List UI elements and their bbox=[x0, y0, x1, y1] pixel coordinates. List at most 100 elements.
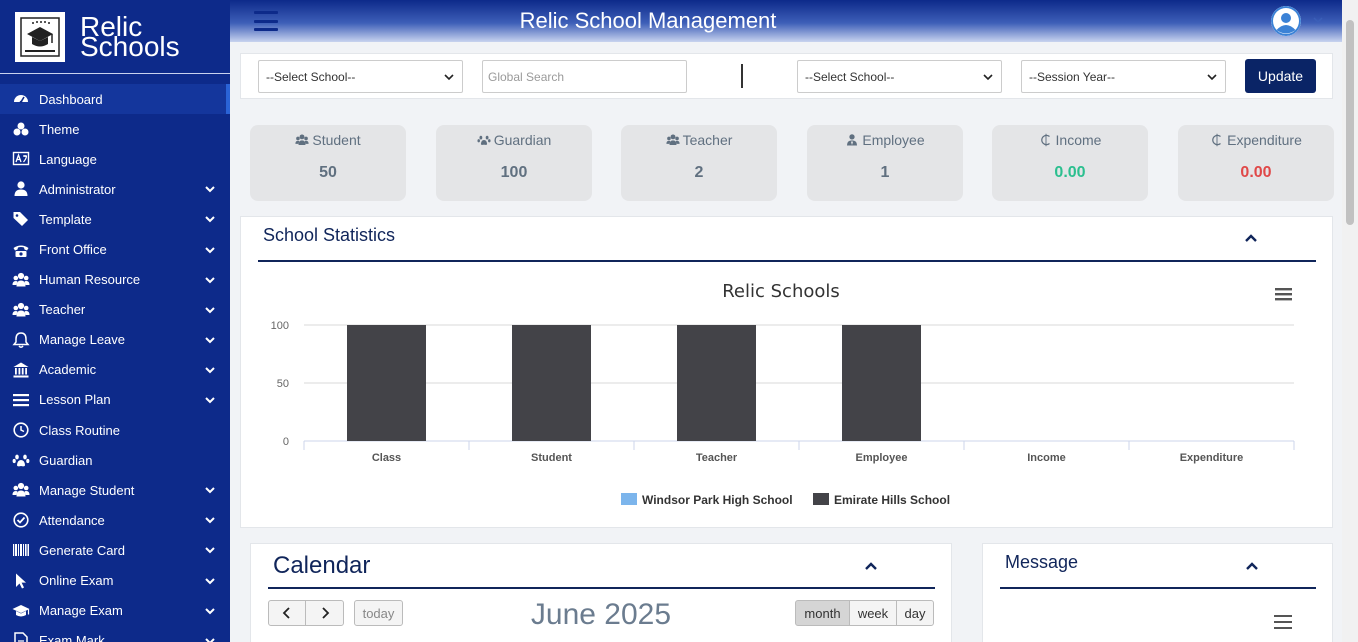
theme-icon bbox=[10, 120, 32, 138]
session-year-select[interactable]: --Session Year-- bbox=[1021, 60, 1226, 93]
y-tick-label: 100 bbox=[271, 320, 289, 332]
pointer-icon bbox=[10, 572, 32, 590]
chevron-down-icon bbox=[204, 544, 216, 556]
legend-swatch bbox=[813, 493, 829, 505]
calendar-next-button[interactable] bbox=[305, 600, 344, 626]
stat-card-expenditure: Expenditure 0.00 bbox=[1178, 125, 1334, 201]
users-icon bbox=[10, 271, 32, 289]
barcode-icon bbox=[10, 541, 32, 559]
bell-icon bbox=[10, 331, 32, 349]
file-icon bbox=[10, 631, 32, 642]
sidebar-item-theme[interactable]: Theme bbox=[0, 114, 230, 144]
sidebar-item-label: Lesson Plan bbox=[39, 392, 111, 408]
sidebar: Relic Schools Dashboard Theme Language Admi… bbox=[0, 0, 230, 642]
stat-value: 50 bbox=[319, 164, 337, 181]
calendar-today-button[interactable]: today bbox=[354, 600, 403, 626]
stat-card-employee: Employee 1 bbox=[807, 125, 963, 201]
calendar-view-day[interactable]: day bbox=[896, 600, 934, 626]
sidebar-item-front-office[interactable]: Front Office bbox=[0, 234, 230, 264]
global-search-input[interactable] bbox=[482, 60, 687, 93]
school-select-secondary[interactable]: --Select School-- bbox=[797, 60, 1002, 93]
page-scrollbar[interactable] bbox=[1342, 0, 1358, 642]
school-statistics-chart: Relic Schools 0 50 100 Class Student Teacher Em… bbox=[271, 281, 1295, 507]
chevron-up-icon[interactable] bbox=[1244, 231, 1258, 245]
chart-title: Relic Schools bbox=[722, 281, 840, 302]
users-icon bbox=[295, 133, 309, 147]
chevron-down-icon bbox=[444, 74, 454, 81]
calendar-prev-button[interactable] bbox=[268, 600, 306, 626]
sidebar-item-template[interactable]: Template bbox=[0, 204, 230, 234]
bars-icon bbox=[10, 391, 32, 409]
sidebar-item-human-resource[interactable]: Human Resource bbox=[0, 265, 230, 295]
sidebar-item-manage-student[interactable]: Manage Student bbox=[0, 475, 230, 505]
sidebar-item-exam-mark[interactable]: Exam Mark bbox=[0, 626, 230, 642]
paw-icon bbox=[477, 133, 491, 147]
sidebar-item-lesson-plan[interactable]: Lesson Plan bbox=[0, 385, 230, 415]
sidebar-item-label: Language bbox=[39, 151, 97, 167]
message-menu-icon[interactable] bbox=[1274, 615, 1292, 629]
sidebar-item-language[interactable]: Language bbox=[0, 144, 230, 174]
chevron-left-icon bbox=[282, 607, 290, 619]
chevron-up-icon[interactable] bbox=[864, 559, 878, 573]
clock-icon bbox=[10, 421, 32, 439]
sidebar-item-academic[interactable]: Academic bbox=[0, 355, 230, 385]
calendar-view-week[interactable]: week bbox=[849, 600, 897, 626]
legend-label: Windsor Park High School bbox=[642, 493, 793, 507]
stat-value: 100 bbox=[500, 164, 528, 181]
scrollbar-thumb[interactable] bbox=[1346, 20, 1354, 225]
chart-menu-icon[interactable] bbox=[1275, 288, 1292, 301]
panel-divider bbox=[268, 587, 935, 589]
session-year-value: --Session Year-- bbox=[1029, 69, 1116, 84]
sidebar-item-label: Generate Card bbox=[39, 542, 125, 558]
bar-emirate-hills-school-class bbox=[347, 325, 426, 441]
stat-label: Student bbox=[312, 132, 361, 148]
user-tie-icon bbox=[845, 133, 859, 147]
sidebar-item-label: Manage Student bbox=[39, 482, 135, 498]
y-tick-label: 50 bbox=[277, 378, 289, 390]
currency-icon bbox=[1039, 133, 1053, 147]
sidebar-item-teacher[interactable]: Teacher bbox=[0, 295, 230, 325]
users-icon bbox=[10, 301, 32, 319]
stat-label: Income bbox=[1055, 132, 1102, 148]
sidebar-item-label: Guardian bbox=[39, 452, 93, 468]
chevron-down-icon bbox=[204, 304, 216, 316]
sidebar-item-label: Teacher bbox=[39, 302, 86, 318]
brand[interactable]: Relic Schools bbox=[0, 0, 230, 74]
panel-divider bbox=[1000, 587, 1316, 589]
language-icon bbox=[10, 150, 32, 168]
legend-label: Emirate Hills School bbox=[834, 493, 950, 507]
sidebar-item-manage-exam[interactable]: Manage Exam bbox=[0, 596, 230, 626]
sidebar-item-dashboard[interactable]: Dashboard bbox=[0, 84, 230, 115]
app-title: Relic School Management bbox=[519, 8, 777, 33]
graduation-cap-icon bbox=[10, 602, 32, 620]
chevron-down-icon bbox=[204, 635, 216, 642]
sidebar-item-generate-card[interactable]: Generate Card bbox=[0, 535, 230, 565]
calendar-view-month[interactable]: month bbox=[795, 600, 850, 626]
sidebar-item-class-routine[interactable]: Class Routine bbox=[0, 415, 230, 445]
dashboard-icon bbox=[10, 90, 32, 108]
sidebar-nav: Dashboard Theme Language Administrator Templ… bbox=[0, 84, 230, 642]
stat-card-student: Student 50 bbox=[250, 125, 406, 201]
stat-value: 0.00 bbox=[1054, 164, 1086, 181]
user-avatar[interactable] bbox=[1271, 6, 1301, 36]
chevron-down-icon bbox=[204, 364, 216, 376]
stat-label: Guardian bbox=[493, 132, 552, 148]
calendar-title: Calendar bbox=[273, 552, 371, 579]
chevron-up-icon[interactable] bbox=[1245, 559, 1259, 573]
sidebar-item-online-exam[interactable]: Online Exam bbox=[0, 566, 230, 596]
sidebar-item-guardian[interactable]: Guardian bbox=[0, 445, 230, 475]
chevron-down-icon[interactable] bbox=[1313, 15, 1323, 25]
sidebar-item-attendance[interactable]: Attendance bbox=[0, 505, 230, 535]
sidebar-item-administrator[interactable]: Administrator bbox=[0, 174, 230, 204]
update-button[interactable]: Update bbox=[1245, 59, 1316, 93]
users-icon bbox=[665, 133, 680, 147]
sidebar-item-manage-leave[interactable]: Manage Leave bbox=[0, 325, 230, 355]
school-select-secondary-value: --Select School-- bbox=[805, 69, 895, 84]
chevron-down-icon bbox=[204, 575, 216, 587]
sidebar-item-label: Class Routine bbox=[39, 422, 120, 438]
chevron-down-icon bbox=[204, 514, 216, 526]
tags-icon bbox=[10, 210, 32, 228]
chevron-down-icon bbox=[204, 484, 216, 496]
top-header: Relic School Management bbox=[230, 0, 1342, 42]
school-select[interactable]: --Select School-- bbox=[258, 60, 463, 93]
